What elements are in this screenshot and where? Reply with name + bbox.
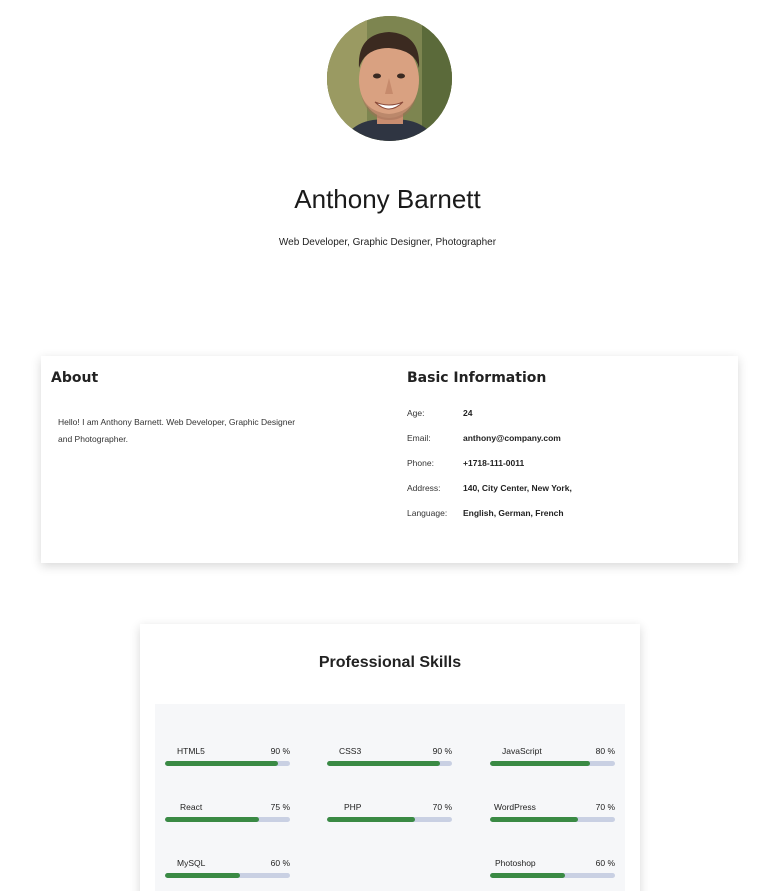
avatar — [327, 16, 452, 141]
skill-percent: 70 % — [432, 802, 452, 812]
skill-wordpress: WordPress 70 % — [490, 802, 615, 822]
skill-label: Photoshop — [495, 858, 536, 868]
skill-label: HTML5 — [177, 746, 205, 756]
skill-progress-track — [327, 761, 452, 766]
info-label: Address: — [407, 483, 441, 493]
skill-label: MySQL — [177, 858, 206, 868]
skills-panel: HTML5 90 % CSS3 90 % JavaScript 80 % Rea… — [155, 704, 625, 891]
skill-percent: 60 % — [595, 858, 615, 868]
skill-label: JavaScript — [502, 746, 542, 756]
skill-progress-fill — [490, 873, 565, 878]
info-label: Language: — [407, 508, 448, 518]
skill-react: React 75 % — [165, 802, 290, 822]
skill-progress-fill — [165, 873, 240, 878]
skill-percent: 60 % — [270, 858, 290, 868]
skill-progress-fill — [490, 817, 578, 822]
info-value: +1718-111-0011 — [463, 458, 525, 468]
info-value: anthony@company.com — [463, 433, 561, 443]
person-photo-icon — [327, 16, 452, 141]
skill-label: React — [180, 802, 203, 812]
skill-percent: 75 % — [270, 802, 290, 812]
info-value: English, German, French — [463, 508, 564, 518]
skill-progress-track — [165, 873, 290, 878]
skill-label: CSS3 — [339, 746, 362, 756]
skill-label: PHP — [344, 802, 362, 812]
skill-javascript: JavaScript 80 % — [490, 746, 615, 766]
skill-progress-fill — [490, 761, 590, 766]
info-value: 24 — [463, 408, 473, 418]
profile-name: Anthony Barnett — [294, 184, 481, 214]
basic-info-title: Basic Information — [407, 370, 547, 386]
skill-progress-fill — [327, 761, 440, 766]
skills-title: Professional Skills — [318, 654, 462, 671]
info-value: 140, City Center, New York, — [463, 483, 572, 493]
skill-percent: 90 % — [270, 746, 290, 756]
info-label: Phone: — [407, 458, 434, 468]
skills-card: Professional Skills HTML5 90 % CSS3 90 %… — [140, 624, 640, 891]
about-card: About Hello! I am Anthony Barnett. Web D… — [41, 356, 738, 563]
skill-photoshop: Photoshop 60 % — [490, 858, 615, 878]
skill-html5: HTML5 90 % — [165, 746, 290, 766]
info-label: Age: — [407, 408, 425, 418]
about-text: Hello! I am Anthony Barnett. Web Develop… — [58, 417, 296, 444]
skill-php: PHP 70 % — [327, 802, 452, 822]
skill-css3: CSS3 90 % — [327, 746, 452, 766]
skill-mysql: MySQL 60 % — [165, 858, 290, 878]
skill-progress-track — [165, 817, 290, 822]
skill-progress-track — [490, 817, 615, 822]
profile-tagline: Web Developer, Graphic Designer, Photogr… — [278, 237, 497, 248]
skill-progress-track — [490, 873, 615, 878]
info-label: Email: — [407, 433, 431, 443]
skill-progress-track — [490, 761, 615, 766]
skill-progress-fill — [165, 817, 259, 822]
skill-percent: 90 % — [432, 746, 452, 756]
about-title: About — [51, 370, 99, 386]
skill-progress-track — [327, 817, 452, 822]
profile-page: Anthony Barnett Web Developer, Graphic D… — [0, 0, 775, 891]
skill-percent: 80 % — [595, 746, 615, 756]
skill-percent: 70 % — [595, 802, 615, 812]
skill-progress-fill — [327, 817, 415, 822]
skill-progress-track — [165, 761, 290, 766]
skill-progress-fill — [165, 761, 278, 766]
skill-label: WordPress — [494, 802, 536, 812]
